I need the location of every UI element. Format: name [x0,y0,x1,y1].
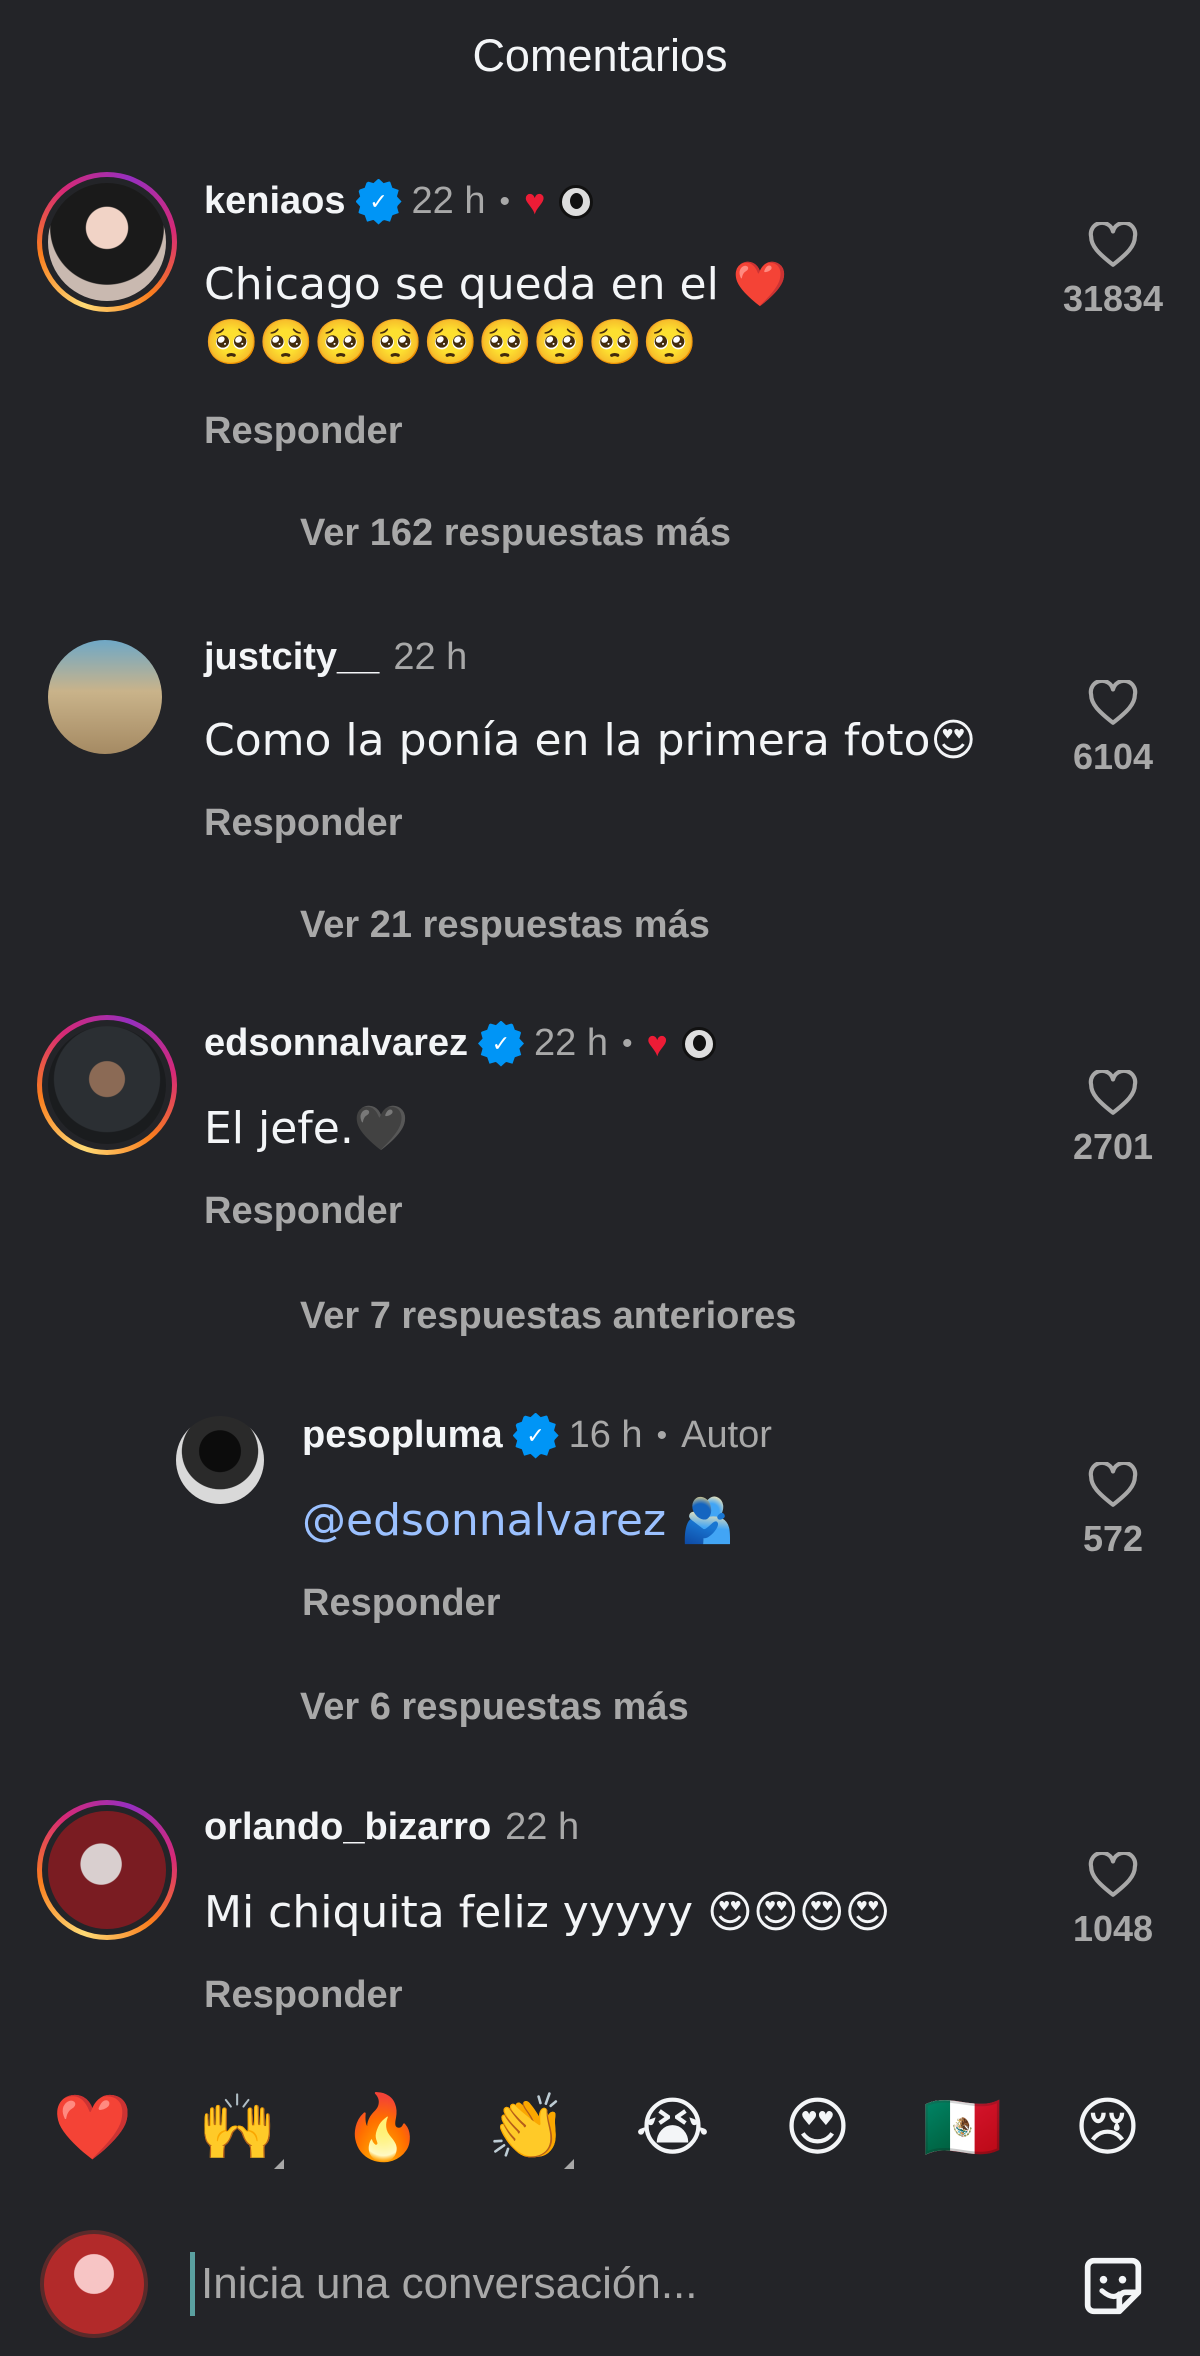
avatar [48,1026,166,1144]
avatar-wrapper[interactable] [176,1416,264,1504]
heart-outline-icon [1088,1070,1138,1115]
view-more-replies-button[interactable]: Ver 6 respuestas más [300,1686,689,1729]
reply-button[interactable]: Responder [204,1974,402,2017]
verified-badge-icon: ✓ [516,1416,555,1455]
comment-text: Chicago se queda en el ❤️ [204,259,788,310]
timestamp: 16 h [568,1414,643,1456]
emoji-mexico-flag-button[interactable]: 🇲🇽 [913,2090,1013,2165]
timestamp: 22 h [393,636,468,678]
emoji-clap-button[interactable]: 👏 [478,2090,578,2169]
avatar-story-ring[interactable] [37,1015,177,1155]
emoji-heart-eyes-button[interactable]: 😍 [768,2091,868,2165]
view-previous-replies-button[interactable]: Ver 7 respuestas anteriores [300,1295,796,1338]
separator-dot: • [499,184,511,218]
avatar-story-ring[interactable] [37,172,177,312]
quick-emoji-bar: ❤️ 🙌 🔥 👏 😭 😍 🇲🇽 😢 [0,2090,1200,2169]
skin-tone-indicator-icon [273,2159,284,2169]
liked-by-author-heart-icon: ♥ [524,180,546,222]
comment-text-line2: 🥺🥺🥺🥺🥺🥺🥺🥺🥺 [204,317,698,368]
heart-outline-icon [1088,680,1138,725]
reply-button[interactable]: Responder [204,410,402,453]
username[interactable]: orlando_bizarro [204,1806,491,1849]
like-count: 6104 [1072,736,1154,777]
separator-dot: • [621,1026,633,1060]
like-button[interactable]: 2701 [1048,1070,1178,1168]
emoji-clap: 👏 [487,2091,568,2165]
emoji-raised-hands-button[interactable]: 🙌 [188,2090,288,2169]
like-button[interactable]: 31834 [1048,222,1178,320]
comment-text: 🫂 [666,1495,735,1546]
skin-tone-indicator-icon [563,2159,574,2169]
emoji-raised-hands: 🙌 [197,2091,278,2165]
avatar [176,1416,264,1504]
like-button[interactable]: 1048 [1048,1852,1178,1950]
comment-text: El jefe.🖤 [204,1103,409,1154]
view-more-replies-button[interactable]: Ver 21 respuestas más [300,904,710,947]
emoji-cry-button[interactable]: 😢 [1058,2091,1158,2165]
username[interactable]: pesopluma [302,1414,503,1457]
heart-outline-icon [1088,1462,1138,1507]
reply-button[interactable]: Responder [302,1582,500,1625]
username[interactable]: edsonnalvarez [204,1022,468,1065]
view-more-replies-button[interactable]: Ver 162 respuestas más [300,512,731,555]
author-avatar-mini [681,1026,716,1061]
like-count: 2701 [1072,1126,1154,1167]
author-avatar-mini [559,184,594,219]
avatar [48,1811,166,1929]
reply-button[interactable]: Responder [204,1190,402,1233]
like-count: 572 [1082,1518,1144,1559]
comment-text: Mi chiquita feliz yyyyy 😍😍😍😍 [204,1887,891,1938]
like-button[interactable]: 6104 [1048,680,1178,778]
username[interactable]: justcity__ [204,636,379,679]
timestamp: 22 h [534,1022,608,1064]
comment-input[interactable] [190,2252,990,2316]
comment-composer [0,2230,1200,2340]
like-button[interactable]: 572 [1048,1462,1178,1560]
emoji-sob-button[interactable]: 😭 [623,2091,723,2165]
verified-badge-icon: ✓ [359,182,398,221]
heart-outline-icon [1088,1852,1138,1897]
heart-outline-icon [1088,222,1138,267]
sticker-icon[interactable] [1075,2248,1151,2324]
page-title: Comentarios [472,30,728,81]
separator-dot: • [656,1418,668,1452]
like-count: 31834 [1062,278,1164,319]
comment-text: Como la ponía en la primera foto😍 [204,715,977,766]
avatar [48,183,166,301]
avatar-story-ring[interactable] [37,1800,177,1940]
emoji-heart-button[interactable]: ❤️ [43,2090,143,2165]
timestamp: 22 h [505,1806,580,1848]
mention-link[interactable]: @edsonnalvarez [302,1495,666,1546]
username[interactable]: keniaos [204,180,346,223]
avatar [48,640,162,754]
like-count: 1048 [1072,1908,1154,1949]
liked-by-author-heart-icon: ♥ [646,1022,668,1064]
author-label: Autor [681,1414,772,1456]
avatar-wrapper[interactable] [48,640,162,754]
reply-button[interactable]: Responder [204,802,402,845]
verified-badge-icon: ✓ [482,1024,520,1063]
timestamp: 22 h [411,180,486,222]
current-user-avatar [40,2230,148,2338]
emoji-fire-button[interactable]: 🔥 [333,2090,433,2165]
